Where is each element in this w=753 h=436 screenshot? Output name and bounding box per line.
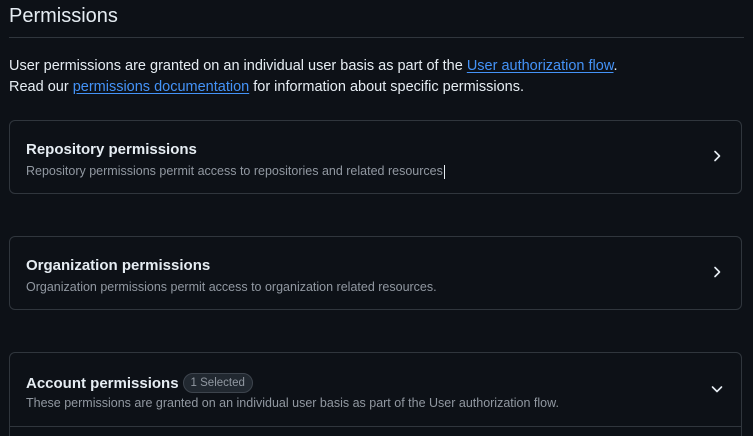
card-title: Organization permissions — [26, 257, 211, 274]
text-cursor — [443, 164, 445, 179]
card-title-row: Organization permissions — [26, 257, 210, 274]
title-divider — [9, 37, 744, 38]
card-title: Repository permissions — [26, 141, 197, 158]
intro-line2-prefix: Read our — [9, 79, 73, 95]
chevron-right-icon[interactable] — [711, 266, 723, 278]
card-title-row: Account permissions 1 Selected — [26, 373, 253, 393]
permissions-documentation-link[interactable]: permissions documentation — [73, 79, 250, 95]
page-title: Permissions — [9, 5, 118, 27]
intro-line1-prefix: User permissions are granted on an indiv… — [9, 58, 467, 74]
card-subtitle: Repository permissions permit access to … — [26, 164, 445, 179]
chevron-right-icon[interactable] — [711, 150, 723, 162]
card-subtitle: Organization permissions permit access t… — [26, 280, 437, 294]
chevron-down-icon[interactable] — [711, 383, 723, 395]
organization-permissions-card[interactable]: Organization permissions Organization pe… — [9, 236, 742, 310]
permissions-intro: User permissions are granted on an indiv… — [9, 56, 744, 98]
card-title: Account permissions — [26, 374, 179, 392]
repository-permissions-card[interactable]: Repository permissions Repository permis… — [9, 120, 742, 194]
card-title-row: Repository permissions — [26, 141, 197, 158]
selected-count-badge: 1 Selected — [182, 373, 253, 393]
intro-line1-suffix: . — [613, 58, 618, 74]
card-subtitle: These permissions are granted on an indi… — [26, 396, 559, 410]
card-header-divider — [10, 426, 741, 427]
account-permissions-card[interactable]: Account permissions 1 Selected These per… — [9, 352, 742, 436]
user-authorization-flow-link[interactable]: User authorization flow — [467, 58, 614, 74]
permissions-page: Permissions User permissions are granted… — [0, 0, 753, 436]
card-subtitle-text: Repository permissions permit access to … — [26, 164, 443, 178]
intro-line2-suffix: for information about specific permissio… — [249, 79, 525, 95]
